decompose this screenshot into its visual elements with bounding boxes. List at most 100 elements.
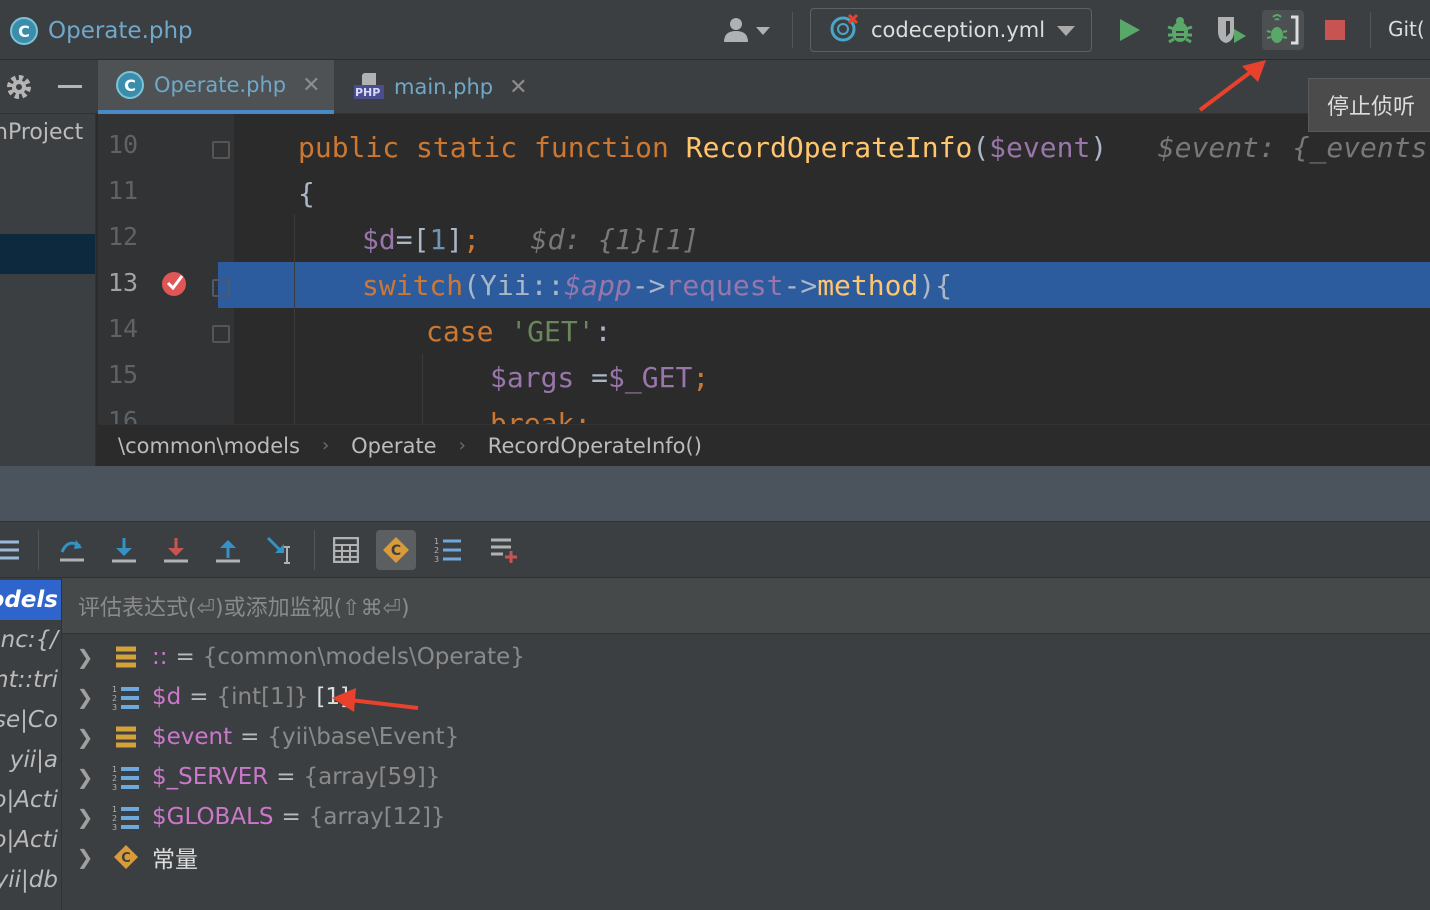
- variable-type: {common\models\Operate}: [202, 644, 525, 670]
- frame-item[interactable]: o|Acti: [0, 820, 61, 860]
- force-step-into-button[interactable]: [156, 530, 196, 570]
- toolbar-separator: [1370, 12, 1371, 48]
- variable-name: $d: [152, 684, 182, 710]
- breakpoint-icon[interactable]: [160, 270, 188, 298]
- chevron-right-icon[interactable]: ❯: [62, 805, 108, 829]
- variable-name: ::: [152, 644, 168, 670]
- variable-row[interactable]: ❯ 1 2 3 $d = {int[1]} [1]: [62, 677, 1430, 717]
- title-toolbar: C Operate.php codeception.yml Git(: [0, 0, 1430, 60]
- evaluate-expression-input[interactable]: 评估表达式(⏎)或添加监视(⇧⌘⏎): [62, 578, 1430, 634]
- svg-text:1: 1: [112, 805, 117, 814]
- evaluate-expression-button[interactable]: [326, 530, 366, 570]
- variable-name: $event: [152, 724, 233, 750]
- variable-row[interactable]: ❯ 1 2 3 $_SERVER = {array[59]}: [62, 757, 1430, 797]
- hide-panel-icon[interactable]: [58, 85, 82, 88]
- chevron-right-icon[interactable]: ❯: [62, 765, 108, 789]
- fold-marker-icon[interactable]: [212, 279, 230, 297]
- array-icon: 1 2 3: [108, 764, 144, 791]
- project-label[interactable]: nProject: [0, 120, 83, 145]
- user-account-icon[interactable]: [722, 16, 774, 44]
- gear-icon[interactable]: [4, 72, 34, 102]
- variable-row[interactable]: ❯ C 常量: [62, 837, 1430, 877]
- project-selected-row[interactable]: [0, 234, 95, 274]
- frame-item[interactable]: se|Co: [0, 700, 61, 740]
- show-execution-point-button[interactable]: [52, 530, 92, 570]
- tab-main-php[interactable]: PHP main.php ✕: [336, 60, 528, 114]
- line-number-current: 13: [108, 268, 139, 297]
- variable-row[interactable]: ❯ 1 2 3 $GLOBALS = {array[12]}: [62, 797, 1430, 837]
- toolbar-separator: [38, 530, 39, 570]
- listen-debug-connections-button[interactable]: [1262, 10, 1304, 50]
- frame-item[interactable]: , yii|a: [0, 740, 61, 780]
- svg-text:3: 3: [112, 783, 117, 791]
- close-icon[interactable]: ✕: [302, 73, 320, 98]
- debug-toolbar: C 1 2 3: [0, 522, 1430, 578]
- line-number: 11: [108, 176, 139, 205]
- close-icon[interactable]: ✕: [509, 75, 527, 100]
- variable-equals: =: [175, 644, 195, 670]
- run-configuration-dropdown[interactable]: codeception.yml: [810, 8, 1092, 52]
- debug-button[interactable]: [1159, 10, 1201, 50]
- show-constants-toggle[interactable]: C: [376, 530, 416, 570]
- variable-name: 常量: [152, 847, 198, 873]
- svg-text:1: 1: [112, 685, 117, 694]
- numbered-list-icon: 1 2 3: [434, 537, 461, 564]
- frame-item[interactable]: odels: [0, 580, 61, 620]
- stop-button[interactable]: [1314, 10, 1356, 50]
- step-over-icon: [60, 540, 84, 562]
- svg-text:3: 3: [112, 703, 117, 711]
- add-watch-button[interactable]: [484, 530, 524, 570]
- calculator-icon: [333, 537, 359, 563]
- run-button[interactable]: [1108, 10, 1150, 50]
- run-to-cursor-button[interactable]: [260, 530, 300, 570]
- fold-marker-icon[interactable]: [212, 141, 230, 159]
- fold-marker-icon[interactable]: [212, 325, 230, 343]
- chevron-right-icon[interactable]: ❯: [62, 725, 108, 749]
- tab-operate-php[interactable]: C Operate.php ✕: [98, 60, 334, 114]
- variable-row[interactable]: ❯ $event = {yii\base\Event}: [62, 717, 1430, 757]
- frame-item[interactable]: o|Acti: [0, 780, 61, 820]
- variable-row[interactable]: ❯ :: = {common\models\Operate}: [62, 637, 1430, 677]
- current-file[interactable]: C Operate.php: [10, 16, 193, 46]
- svg-text:3: 3: [112, 823, 117, 831]
- line-number: 16: [108, 406, 139, 424]
- listen-debug-icon: [1266, 14, 1299, 45]
- line-number: 14: [108, 314, 139, 343]
- git-menu[interactable]: Git(: [1388, 17, 1425, 41]
- variable-type: {array[59]}: [303, 764, 441, 790]
- show-array-items-toggle[interactable]: 1 2 3: [428, 530, 468, 570]
- code-line-13: switch(Yii::$app->request->method){: [362, 269, 953, 302]
- array-icon: 1 2 3: [108, 804, 144, 831]
- code-line-14: case 'GET':: [426, 315, 612, 348]
- php-class-icon: C: [116, 71, 144, 99]
- current-file-name: Operate.php: [48, 18, 193, 44]
- frame-item[interactable]: nc:{/: [0, 620, 61, 660]
- code-line-15: $args =$_GET;: [490, 361, 710, 394]
- breadcrumb-method[interactable]: RecordOperateInfo(): [488, 434, 702, 458]
- chevron-right-icon[interactable]: ❯: [62, 845, 108, 869]
- chevron-right-icon[interactable]: ❯: [62, 645, 108, 669]
- frame-item[interactable]: yii|db: [0, 860, 61, 900]
- breadcrumb-class[interactable]: Operate: [351, 434, 436, 458]
- svg-text:2: 2: [434, 546, 439, 555]
- svg-text:1: 1: [434, 537, 439, 546]
- frame-item[interactable]: nt::tri: [0, 660, 61, 700]
- step-into-button[interactable]: [104, 530, 144, 570]
- variable-equals: =: [240, 724, 260, 750]
- object-icon: [108, 724, 144, 750]
- run-with-coverage-button[interactable]: [1210, 10, 1252, 50]
- line-number: 12: [108, 222, 139, 251]
- step-out-button[interactable]: [208, 530, 248, 570]
- chevron-right-icon[interactable]: ❯: [62, 685, 108, 709]
- breadcrumb-namespace[interactable]: \common\models: [118, 434, 300, 458]
- svg-text:3: 3: [434, 555, 439, 564]
- php-badge-text: PHP: [355, 86, 381, 99]
- code-editor[interactable]: public static function RecordOperateInfo…: [234, 114, 1430, 424]
- frames-list: odels nc:{/ nt::tri se|Co , yii|a o|Acti…: [0, 578, 62, 910]
- frame-label: nc:{/: [0, 627, 58, 653]
- frame-label: o|Acti: [0, 827, 58, 853]
- play-icon: [1120, 19, 1140, 41]
- array-icon: 1 2 3: [108, 684, 144, 711]
- svg-text:2: 2: [112, 774, 117, 783]
- menu-icon[interactable]: [0, 530, 26, 570]
